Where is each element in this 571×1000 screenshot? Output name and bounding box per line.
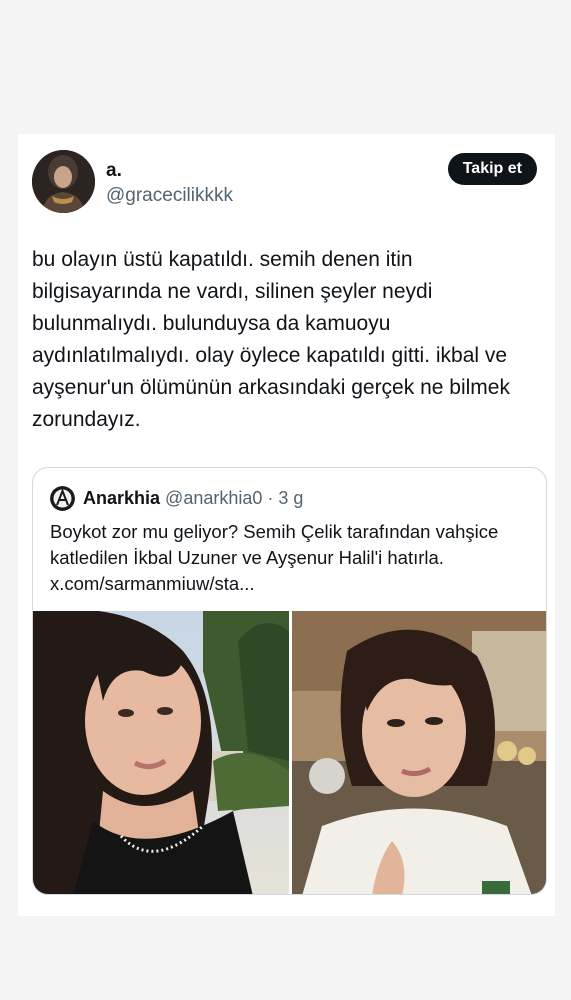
tweet-text: bu olayın üstü kapatıldı. semih denen it… [32, 248, 510, 431]
profile-photo-icon [32, 150, 95, 213]
anarchy-avatar-icon [50, 486, 75, 511]
quoted-tweet[interactable]: Anarkhia @anarkhia0 · 3 g Boykot zor mu … [32, 467, 547, 895]
photo-woman-kitchen-icon [292, 611, 546, 894]
media-photo-2[interactable] [292, 611, 546, 894]
meta-separator: · [267, 488, 274, 508]
photo-woman-outdoors-icon [33, 611, 289, 894]
quoted-author-avatar[interactable] [50, 486, 75, 511]
author-avatar[interactable] [32, 150, 95, 213]
quoted-time[interactable]: 3 g [278, 488, 303, 508]
author-display-name[interactable]: a. [106, 160, 122, 182]
quoted-handle[interactable]: @anarkhia0 [165, 488, 262, 508]
tweet-card[interactable]: a. @gracecilikkkk Takip et bu olayın üst… [18, 134, 555, 916]
quoted-text: Boykot zor mu geliyor? Semih Çelik taraf… [50, 521, 499, 594]
media-photo-1[interactable] [33, 611, 289, 894]
follow-button[interactable]: Takip et [447, 153, 537, 185]
quoted-display-name[interactable]: Anarkhia [83, 488, 160, 508]
quoted-header: Anarkhia @anarkhia0 · 3 g [83, 488, 303, 509]
author-handle[interactable]: @gracecilikkkk [106, 185, 233, 207]
quoted-media[interactable] [33, 611, 546, 894]
